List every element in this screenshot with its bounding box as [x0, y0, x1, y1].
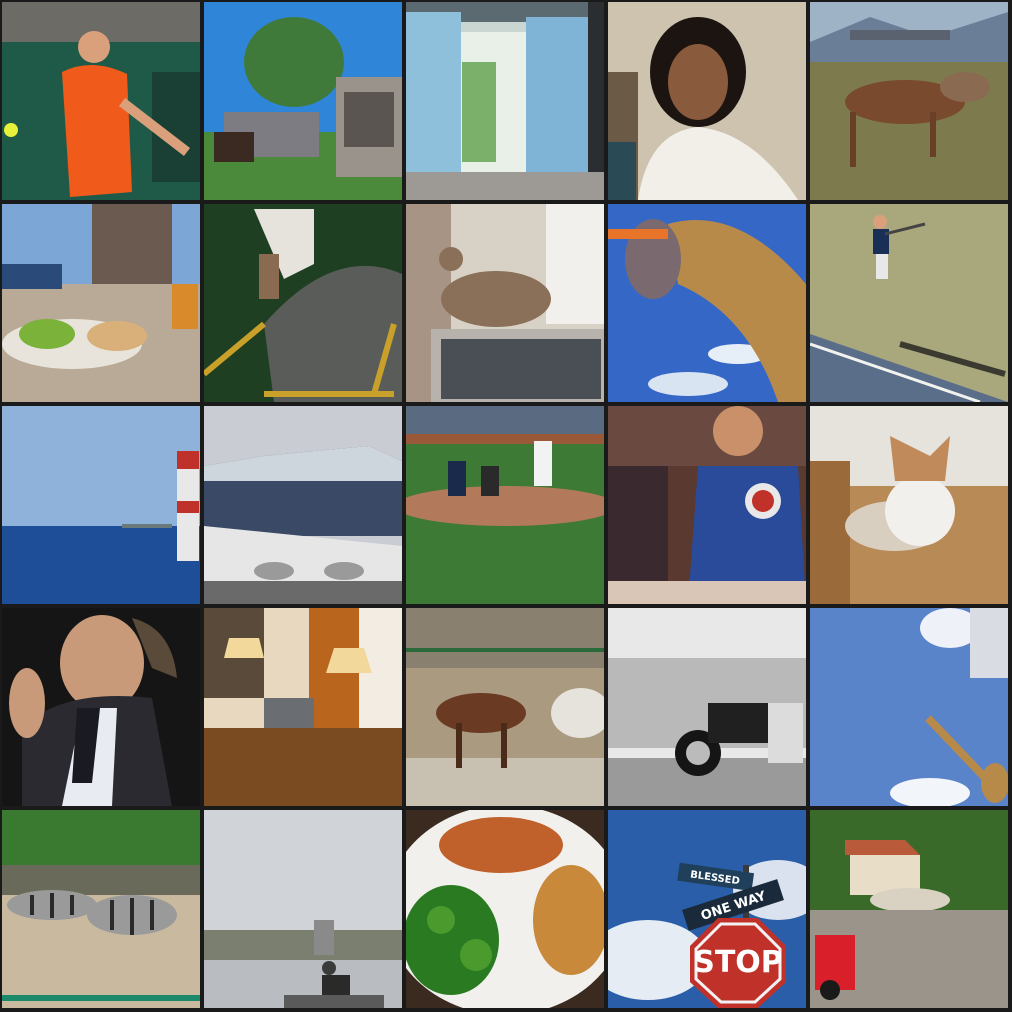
tile-skateboarder — [204, 204, 402, 402]
tile-airplane-mountains — [204, 406, 402, 604]
tile-tennis-player — [2, 2, 200, 200]
tile-man-tie — [2, 608, 200, 806]
stop-sign: STOP — [693, 945, 783, 980]
tile-motorcycle-beach — [608, 608, 806, 806]
tile-dove-laptop — [406, 204, 604, 402]
tile-chicken-broccoli — [406, 810, 604, 1008]
tile-street-signs: BLESSED ONE WAY STOP — [608, 810, 806, 1008]
tile-sheep-street — [810, 810, 1008, 1008]
tile-food-plate — [2, 204, 200, 402]
tile-tennis-court — [810, 204, 1008, 402]
tile-dog-bed — [810, 406, 1008, 604]
tile-zebras — [2, 810, 200, 1008]
tile-truck-trailer — [204, 2, 402, 200]
tile-giraffe-lick — [608, 204, 806, 402]
tile-baseball — [406, 406, 604, 604]
tile-woman-phone — [608, 2, 806, 200]
tile-waterfront — [204, 810, 402, 1008]
tile-cubs-fan — [608, 406, 806, 604]
tile-window-curtains — [406, 2, 604, 200]
image-grid: BLESSED ONE WAY STOP — [0, 0, 1012, 1012]
tile-hotel-desk — [204, 608, 402, 806]
tile-cows — [810, 2, 1008, 200]
tile-giraffe-sky — [810, 608, 1008, 806]
tile-lighthouse — [2, 406, 200, 604]
tile-horses — [406, 608, 604, 806]
